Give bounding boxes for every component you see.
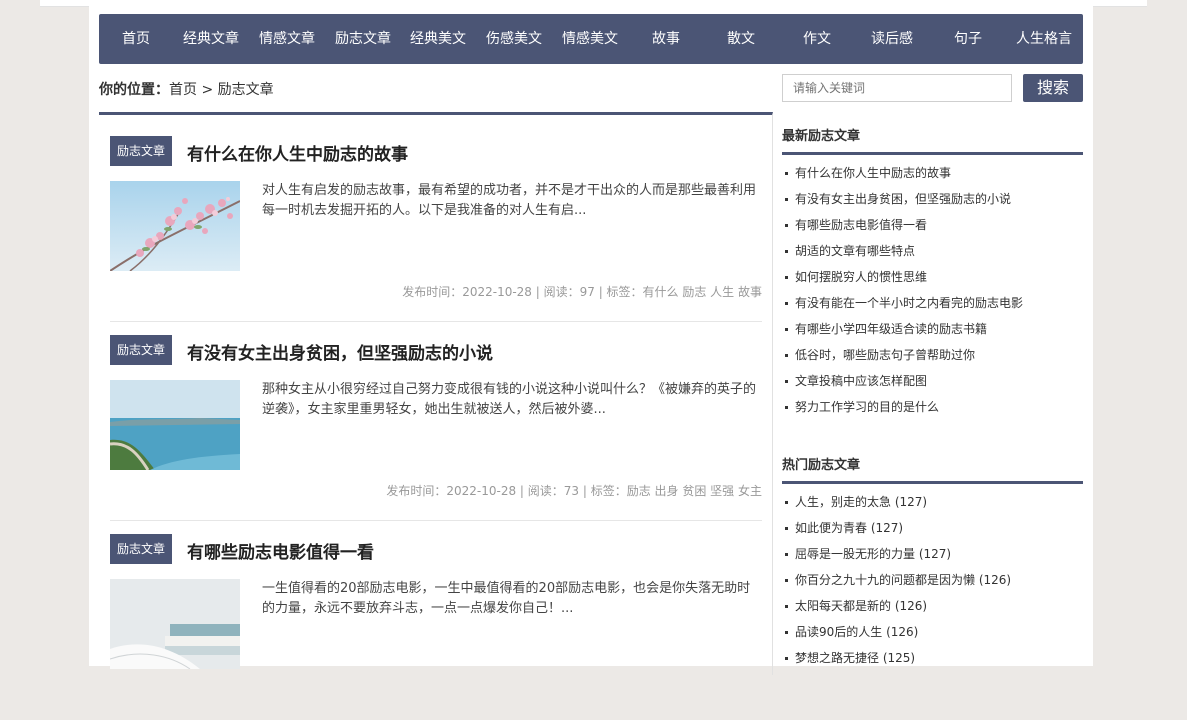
divider xyxy=(110,520,762,521)
page-container: 首页 经典文章 情感文章 励志文章 经典美文 伤感美文 情感美文 故事 散文 作… xyxy=(89,6,1093,675)
list-item[interactable]: 有哪些励志电影值得一看 xyxy=(782,212,1083,238)
nav-item-classic-prose[interactable]: 经典美文 xyxy=(401,14,475,64)
hot-articles-list: 人生，别走的太急 (127) 如此便为青春 (127) 屈辱是一股无形的力量 (… xyxy=(782,489,1083,671)
nav-item-emotion-articles[interactable]: 情感文章 xyxy=(250,14,324,64)
nav-item-home[interactable]: 首页 xyxy=(99,14,173,64)
nav-item-sad-prose[interactable]: 伤感美文 xyxy=(477,14,551,64)
breadcrumb: 你的位置：首页 > 励志文章 xyxy=(99,79,274,99)
hot-articles-heading: 热门励志文章 xyxy=(782,454,1083,484)
breadcrumb-current[interactable]: 励志文章 xyxy=(218,82,274,98)
list-item[interactable]: 梦想之路无捷径 (125) xyxy=(782,645,1083,671)
category-badge[interactable]: 励志文章 xyxy=(110,136,172,166)
nav-item-emotion-prose[interactable]: 情感美文 xyxy=(553,14,627,64)
article-item: 励志文章 有没有女主出身贫困，但坚强励志的小说 那种女主从小很穷经过自己努力变成… xyxy=(110,335,762,521)
article-title[interactable]: 有哪些励志电影值得一看 xyxy=(187,538,374,563)
latest-articles-heading: 最新励志文章 xyxy=(782,125,1083,155)
list-item[interactable]: 文章投稿中应该怎样配图 xyxy=(782,368,1083,394)
list-item[interactable]: 屈辱是一股无形的力量 (127) xyxy=(782,541,1083,567)
list-item[interactable]: 有没有能在一个半小时之内看完的励志电影 xyxy=(782,290,1083,316)
category-badge[interactable]: 励志文章 xyxy=(110,335,172,365)
list-item[interactable]: 有什么在你人生中励志的故事 xyxy=(782,160,1083,186)
divider xyxy=(110,321,762,322)
article-title[interactable]: 有什么在你人生中励志的故事 xyxy=(187,140,408,165)
nav-item-compositions[interactable]: 作文 xyxy=(780,14,854,64)
article-summary: 对人生有启发的励志故事，最有希望的成功者，并不是才干出众的人而是那些最善利用每一… xyxy=(262,183,757,218)
list-item[interactable]: 你百分之九十九的问题都是因为懒 (126) xyxy=(782,567,1083,593)
list-item[interactable]: 如此便为青春 (127) xyxy=(782,515,1083,541)
article-thumbnail[interactable] xyxy=(110,579,240,669)
article-item: 励志文章 有哪些励志电影值得一看 一生值得看的20部励志电影，一生中最值得看的2… xyxy=(110,534,762,720)
nav-item-life-mottos[interactable]: 人生格言 xyxy=(1007,14,1081,64)
article-thumbnail[interactable] xyxy=(110,181,240,271)
nav-item-sentences[interactable]: 句子 xyxy=(931,14,1005,64)
latest-articles-list: 有什么在你人生中励志的故事 有没有女主出身贫困，但坚强励志的小说 有哪些励志电影… xyxy=(782,160,1083,420)
nav-item-classic-articles[interactable]: 经典文章 xyxy=(174,14,248,64)
list-item[interactable]: 有哪些小学四年级适合读的励志书籍 xyxy=(782,316,1083,342)
nav-item-essays[interactable]: 散文 xyxy=(704,14,778,64)
category-badge[interactable]: 励志文章 xyxy=(110,534,172,564)
nav-item-stories[interactable]: 故事 xyxy=(629,14,703,64)
article-thumbnail[interactable] xyxy=(110,380,240,470)
article-summary: 那种女主从小很穷经过自己努力变成很有钱的小说这种小说叫什么？《被嫌弃的英子的逆袭… xyxy=(262,382,757,417)
list-item[interactable]: 努力工作学习的目的是什么 xyxy=(782,394,1083,420)
list-item[interactable]: 低谷时，哪些励志句子曾帮助过你 xyxy=(782,342,1083,368)
list-item[interactable]: 如何摆脱穷人的惯性思维 xyxy=(782,264,1083,290)
nav-item-inspirational-articles[interactable]: 励志文章 xyxy=(326,14,400,64)
list-item[interactable]: 有没有女主出身贫困，但坚强励志的小说 xyxy=(782,186,1083,212)
article-summary: 一生值得看的20部励志电影，一生中最值得看的20部励志电影，也会是你失落无助时的… xyxy=(262,581,751,616)
list-item[interactable]: 品读90后的人生 (126) xyxy=(782,619,1083,645)
article-meta: 发布时间：2022-10-28 | 阅读：73 | 标签：励志 出身 贫困 坚强… xyxy=(386,484,762,498)
article-item: 励志文章 有什么在你人生中励志的故事 对人生有启发的励志故事，最有希望的成功者，… xyxy=(110,136,762,322)
article-title[interactable]: 有没有女主出身贫困，但坚强励志的小说 xyxy=(187,339,493,364)
list-item[interactable]: 太阳每天都是新的 (126) xyxy=(782,593,1083,619)
breadcrumb-home-link[interactable]: 首页 xyxy=(169,82,197,98)
main-nav: 首页 经典文章 情感文章 励志文章 经典美文 伤感美文 情感美文 故事 散文 作… xyxy=(99,14,1083,64)
search-button[interactable]: 搜索 xyxy=(1023,74,1083,102)
breadcrumb-separator: > xyxy=(197,82,218,98)
nav-item-reviews[interactable]: 读后感 xyxy=(855,14,929,64)
search-input[interactable] xyxy=(782,74,1012,102)
breadcrumb-label: 你的位置： xyxy=(99,82,169,98)
article-list: 励志文章 有什么在你人生中励志的故事 对人生有启发的励志故事，最有希望的成功者，… xyxy=(99,112,773,675)
article-meta: 发布时间：2022-10-28 | 阅读：97 | 标签：有什么 励志 人生 故… xyxy=(402,285,762,299)
list-item[interactable]: 胡适的文章有哪些特点 xyxy=(782,238,1083,264)
list-item[interactable]: 人生，别走的太急 (127) xyxy=(782,489,1083,515)
